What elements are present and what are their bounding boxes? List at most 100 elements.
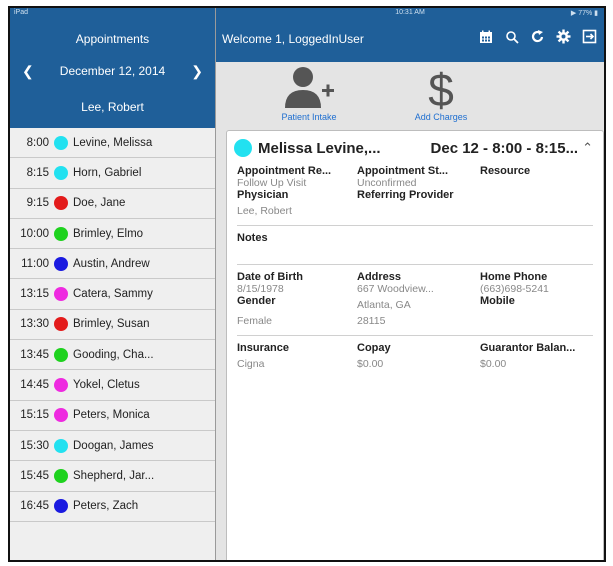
status-dot (54, 378, 68, 393)
add-charges-button[interactable]: $ Add Charges (396, 66, 486, 122)
patient-name: Brimley, Elmo (73, 227, 144, 240)
chevron-right-icon[interactable]: ❯ (191, 63, 203, 80)
status-dot (54, 499, 68, 514)
divider (237, 264, 593, 265)
appointment-status-value: Unconfirmed (357, 177, 417, 189)
appointment-row[interactable]: 8:00 Levine, Melissa (10, 128, 215, 159)
appointment-info: Appointment Re... Appointment St... Reso… (237, 165, 593, 217)
dob-value: 8/15/1978 (237, 283, 284, 295)
appointment-row[interactable]: 14:45 Yokel, Cletus (10, 370, 215, 401)
chevron-up-icon[interactable]: ⌃ (582, 140, 593, 156)
patient-intake-label: Patient Intake (281, 112, 337, 122)
dob-label: Date of Birth (237, 271, 303, 283)
patient-name: Levine, Melissa (73, 136, 153, 149)
referring-provider-label: Referring Provider (357, 189, 454, 201)
appointment-detail-card: Melissa Levine,... Dec 12 - 8:00 - 8:15.… (226, 130, 604, 560)
appointment-row[interactable]: 16:45 Peters, Zach (10, 492, 215, 522)
appointments-sidebar: iPad Appointments ❮ December 12, 2014 ❯ … (10, 8, 216, 560)
patient-name: Melissa Levine,... (258, 139, 381, 157)
appointment-row[interactable]: 15:45 Shepherd, Jar... (10, 461, 215, 492)
gender-value: Female (237, 315, 273, 327)
physician-value: Lee, Robert (237, 205, 292, 217)
appointment-reason-value: Follow Up Visit (237, 177, 307, 189)
sidebar-title: Appointments (75, 32, 150, 46)
logout-icon[interactable] (581, 28, 598, 45)
appointment-time: 8:15 (26, 166, 49, 179)
appointment-time: 15:15 (20, 409, 49, 422)
appointment-row[interactable]: 13:30 Brimley, Susan (10, 310, 215, 341)
action-bar: Patient Intake $ Add Charges (216, 62, 604, 128)
appointment-row[interactable]: 9:15 Doe, Jane (10, 189, 215, 219)
appointment-status-label: Appointment St... (357, 165, 449, 177)
appointment-row[interactable]: 8:15 Horn, Gabriel (10, 158, 215, 189)
billing-info: Insurance Copay Guarantor Balan... Cigna… (237, 342, 593, 370)
appointment-row[interactable]: 13:45 Gooding, Cha... (10, 340, 215, 371)
patient-name: Brimley, Susan (73, 318, 150, 331)
patient-name: Yokel, Cletus (73, 379, 140, 392)
home-phone-value: (663)698-5241 (480, 283, 549, 295)
appointment-row[interactable]: 15:30 Doogan, James (10, 431, 215, 462)
battery-percent: 77% (578, 10, 593, 17)
physician-label: Physician (237, 189, 289, 201)
copay-label: Copay (357, 342, 391, 354)
appointment-time: 13:15 (20, 288, 49, 301)
chevron-left-icon[interactable]: ❮ (22, 63, 34, 80)
appointment-row[interactable]: 15:15 Peters, Monica (10, 401, 215, 431)
patient-name: Gooding, Cha... (73, 348, 154, 361)
search-icon[interactable] (503, 28, 520, 45)
divider (237, 335, 593, 336)
demographics-info: Date of Birth Address Home Phone 8/15/19… (237, 271, 593, 327)
gear-icon[interactable] (555, 28, 572, 45)
refresh-icon[interactable] (529, 28, 546, 45)
appointment-time: 13:45 (20, 348, 49, 361)
status-dot (54, 196, 68, 211)
appointment-time: 16:45 (20, 500, 49, 513)
status-dot (54, 226, 68, 241)
appointment-row[interactable]: 10:00 Brimley, Elmo (10, 219, 215, 250)
appointment-time: 15:45 (20, 469, 49, 482)
status-dot (54, 287, 68, 302)
appointment-time: 10:00 (20, 227, 49, 240)
appointment-time: 14:45 (20, 379, 49, 392)
toolbar-icons (477, 28, 598, 45)
patient-name: Austin, Andrew (73, 257, 150, 270)
status-dot (54, 165, 68, 180)
appointment-reason-label: Appointment Re... (237, 165, 332, 177)
patient-name: Horn, Gabriel (73, 166, 142, 179)
patient-intake-button[interactable]: Patient Intake (264, 66, 354, 122)
status-dot (54, 256, 68, 271)
card-header[interactable]: Melissa Levine,... Dec 12 - 8:00 - 8:15.… (234, 131, 593, 165)
status-dot (54, 468, 68, 483)
appointment-row[interactable]: 13:15 Catera, Sammy (10, 279, 215, 310)
calendar-icon[interactable] (477, 28, 494, 45)
insurance-label: Insurance (237, 342, 289, 354)
svg-text:$: $ (428, 66, 454, 110)
welcome-text: Welcome 1, LoggedInUser (222, 32, 364, 46)
patient-name: Shepherd, Jar... (73, 469, 155, 482)
appointment-list: 8:00 Levine, Melissa 8:15 Horn, Gabriel 9:15… (10, 128, 215, 522)
appointment-time: 13:30 (20, 318, 49, 331)
add-charges-label: Add Charges (414, 112, 468, 122)
app-frame: iPad Appointments ❮ December 12, 2014 ❯ … (8, 6, 606, 562)
divider (237, 225, 593, 226)
add-user-icon (285, 67, 334, 108)
main-panel: 10:31 AM ▶ 77% ▮ Welcome 1, LoggedInUser (216, 8, 604, 560)
status-dot (54, 317, 68, 332)
appointment-time: 15:30 (20, 439, 49, 452)
address-line3: 28115 (357, 315, 386, 327)
date-navigator: ❮ December 12, 2014 ❯ (10, 61, 215, 81)
appointment-time: Dec 12 - 8:00 - 8:15... (430, 139, 579, 157)
patient-name: Doogan, James (73, 439, 154, 452)
status-dot (234, 139, 252, 157)
appointment-row[interactable]: 11:00 Austin, Andrew (10, 249, 215, 280)
address-line2: Atlanta, GA (357, 299, 411, 311)
gender-label: Gender (237, 295, 276, 307)
notes-label: Notes (237, 232, 268, 244)
patient-name: Doe, Jane (73, 197, 126, 210)
status-time: 10:31 AM (395, 9, 425, 16)
status-dot (54, 135, 68, 150)
provider-name[interactable]: Lee, Robert (10, 100, 215, 114)
sidebar-header: iPad Appointments ❮ December 12, 2014 ❯ … (10, 8, 215, 128)
appointment-time: 9:15 (26, 197, 49, 210)
appointment-time: 8:00 (26, 136, 49, 149)
